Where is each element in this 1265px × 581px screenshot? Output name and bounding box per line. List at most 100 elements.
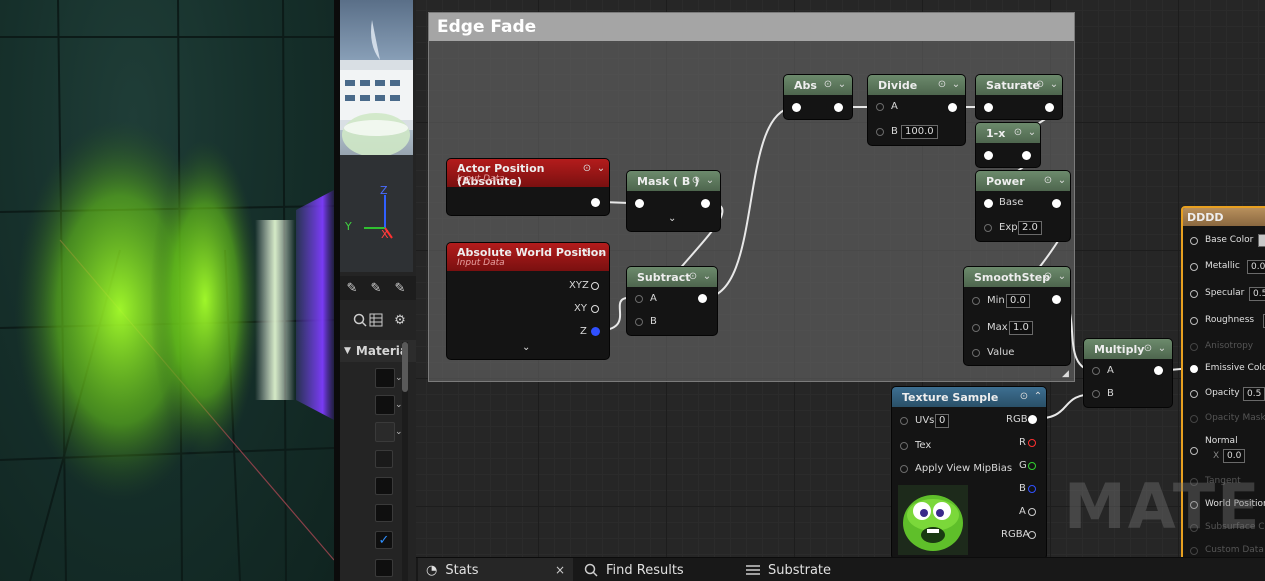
preview-toggle-icon[interactable]: ⊙ — [1012, 127, 1024, 139]
result-pin-roughness[interactable] — [1190, 317, 1198, 325]
chevron-down-icon[interactable]: ⌄ — [1048, 79, 1060, 91]
chevron-down-icon[interactable]: ⌄ — [595, 247, 607, 259]
details-scrollbar-thumb[interactable] — [402, 342, 408, 392]
result-pin-opacity-mask[interactable] — [1190, 415, 1198, 423]
node-subtract[interactable]: Subtract ⊙ ⌄ A B — [627, 267, 717, 335]
chevron-down-icon[interactable]: ⌄ — [1056, 271, 1068, 283]
node-texture-pin-uvs[interactable] — [900, 417, 908, 425]
preview-toggle-icon[interactable]: ⊙ — [581, 247, 593, 259]
node-abs-input-pin[interactable] — [792, 103, 801, 112]
node-mask-expand-icon[interactable]: ⌄ — [668, 213, 676, 224]
node-smoothstep-output-pin[interactable] — [1052, 295, 1061, 304]
node-divide-pin-b[interactable] — [876, 128, 884, 136]
node-texture-sample[interactable]: Texture Sample ⊙ ⌃ UVs 0 RGB Tex R Apply… — [892, 387, 1046, 557]
table-icon[interactable] — [366, 310, 386, 330]
node-power-exp-value[interactable]: 2.0 — [1018, 221, 1042, 235]
node-multiply-pin-a[interactable] — [1092, 367, 1100, 375]
preview-toggle-icon[interactable]: ⊙ — [936, 79, 948, 91]
result-base-color-swatch[interactable] — [1258, 234, 1265, 247]
chevron-down-icon[interactable]: ⌄ — [836, 79, 848, 91]
node-smoothstep-header[interactable]: SmoothStep — [964, 267, 1070, 287]
node-actor-position[interactable]: Actor Position (Absolute) Input Data ⊙ ⌄ — [447, 159, 609, 215]
node-world-position-pin-xy[interactable] — [591, 305, 599, 313]
node-mask-output-pin[interactable] — [701, 199, 710, 208]
node-saturate[interactable]: Saturate ⊙ ⌄ — [976, 75, 1062, 119]
node-smoothstep[interactable]: SmoothStep ⊙ ⌄ Min 0.0 Max 1.0 Value — [964, 267, 1070, 365]
prop-field-3[interactable] — [375, 422, 395, 442]
paint-icon[interactable]: ✎ — [342, 278, 362, 298]
tab-substrate[interactable]: Substrate — [738, 558, 898, 581]
node-multiply-pin-b[interactable] — [1092, 390, 1100, 398]
node-saturate-input-pin[interactable] — [984, 103, 993, 112]
texture-thumbnail[interactable] — [898, 485, 968, 555]
preview-toggle-icon[interactable]: ⊙ — [690, 175, 702, 187]
node-saturate-output-pin[interactable] — [1045, 103, 1054, 112]
node-subtract-pin-b[interactable] — [635, 318, 643, 326]
chevron-up-icon[interactable]: ⌃ — [1032, 391, 1044, 403]
result-pin-base-color[interactable] — [1190, 237, 1198, 245]
node-texture-pin-rgba[interactable] — [1028, 531, 1036, 539]
preview-toggle-icon[interactable]: ⊙ — [581, 163, 593, 175]
node-divide-output-pin[interactable] — [948, 103, 957, 112]
node-power-pin-exp[interactable] — [984, 224, 992, 232]
node-multiply-output-pin[interactable] — [1154, 366, 1163, 375]
prop-checkbox-1[interactable] — [375, 450, 393, 468]
node-smoothstep-pin-value[interactable] — [972, 349, 980, 357]
node-smoothstep-pin-max[interactable] — [972, 324, 980, 332]
material-graph[interactable]: Edge Fade ◢ Abs ⊙ ⌄ Divide ⊙ ⌄ A B 100.0… — [416, 0, 1265, 557]
node-subtract-output-pin[interactable] — [698, 294, 707, 303]
node-subtract-pin-a[interactable] — [635, 295, 643, 303]
result-pin-emissive[interactable] — [1190, 365, 1198, 373]
result-pin-metallic[interactable] — [1190, 263, 1198, 271]
chevron-down-icon[interactable]: ⌄ — [1056, 175, 1068, 187]
node-texture-pin-b[interactable] — [1028, 485, 1036, 493]
preview-toggle-icon[interactable]: ⊙ — [1042, 175, 1054, 187]
result-normal-x-value[interactable]: 0.0 — [1223, 449, 1246, 463]
node-divide-b-value[interactable]: 100.0 — [901, 125, 938, 139]
node-one-minus-output-pin[interactable] — [1022, 151, 1031, 160]
tab-find-results[interactable]: Find Results — [576, 558, 736, 581]
node-smoothstep-min-value[interactable]: 0.0 — [1006, 294, 1030, 308]
node-world-position-expand-icon[interactable]: ⌄ — [522, 342, 530, 353]
preview-toggle-icon[interactable]: ⊙ — [1018, 391, 1030, 403]
node-power[interactable]: Power ⊙ ⌄ Base Exp 2.0 — [976, 171, 1070, 241]
node-mask-input-pin[interactable] — [635, 199, 644, 208]
result-metallic-value[interactable]: 0.0 — [1247, 260, 1265, 274]
node-one-minus[interactable]: 1-x ⊙ ⌄ — [976, 123, 1040, 167]
chevron-down-icon[interactable]: ⌄ — [704, 175, 716, 187]
preview-toggle-icon[interactable]: ⊙ — [822, 79, 834, 91]
chevron-down-icon[interactable]: ⌄ — [701, 271, 713, 283]
result-specular-value[interactable]: 0.5 — [1249, 287, 1265, 301]
preview-toggle-icon[interactable]: ⊙ — [687, 271, 699, 283]
result-pin-opacity[interactable] — [1190, 390, 1198, 398]
preview-toggle-icon[interactable]: ⊙ — [1142, 343, 1154, 355]
node-texture-pin-tex[interactable] — [900, 442, 908, 450]
node-result-header[interactable]: DDDD — [1183, 208, 1265, 226]
chevron-down-icon[interactable]: ⌄ — [1026, 127, 1038, 139]
node-one-minus-input-pin[interactable] — [984, 151, 993, 160]
node-mask[interactable]: Mask ( B ) ⊙ ⌄ ⌄ — [627, 171, 720, 231]
material-preview[interactable]: Z Y X — [340, 0, 413, 272]
node-multiply[interactable]: Multiply ⊙ ⌄ A B — [1084, 339, 1172, 407]
chevron-down-icon[interactable]: ⌄ — [1156, 343, 1168, 355]
chevron-down-icon[interactable]: ⌄ — [595, 163, 607, 175]
node-divide-pin-a[interactable] — [876, 103, 884, 111]
node-texture-pin-a[interactable] — [1028, 508, 1036, 516]
node-smoothstep-max-value[interactable]: 1.0 — [1009, 321, 1033, 335]
result-pin-specular[interactable] — [1190, 290, 1198, 298]
viewport-3d[interactable] — [0, 0, 334, 581]
node-world-position[interactable]: Absolute World Position Input Data ⊙ ⌄ X… — [447, 243, 609, 359]
node-divide[interactable]: Divide ⊙ ⌄ A B 100.0 — [868, 75, 965, 145]
node-power-output-pin[interactable] — [1052, 199, 1061, 208]
close-icon[interactable]: × — [555, 563, 565, 577]
result-pin-anisotropy[interactable] — [1190, 343, 1198, 351]
prop-checkbox-checked[interactable]: ✓ — [375, 531, 393, 549]
node-texture-pin-rgb[interactable] — [1028, 415, 1037, 424]
tab-stats[interactable]: ◔ Stats × — [418, 558, 573, 581]
pen-icon[interactable]: ✎ — [390, 278, 410, 298]
node-smoothstep-pin-min[interactable] — [972, 297, 980, 305]
preview-toggle-icon[interactable]: ⊙ — [1034, 79, 1046, 91]
node-abs[interactable]: Abs ⊙ ⌄ — [784, 75, 852, 119]
gear-icon[interactable]: ⚙ — [390, 310, 410, 330]
node-texture-pin-mip[interactable] — [900, 465, 908, 473]
